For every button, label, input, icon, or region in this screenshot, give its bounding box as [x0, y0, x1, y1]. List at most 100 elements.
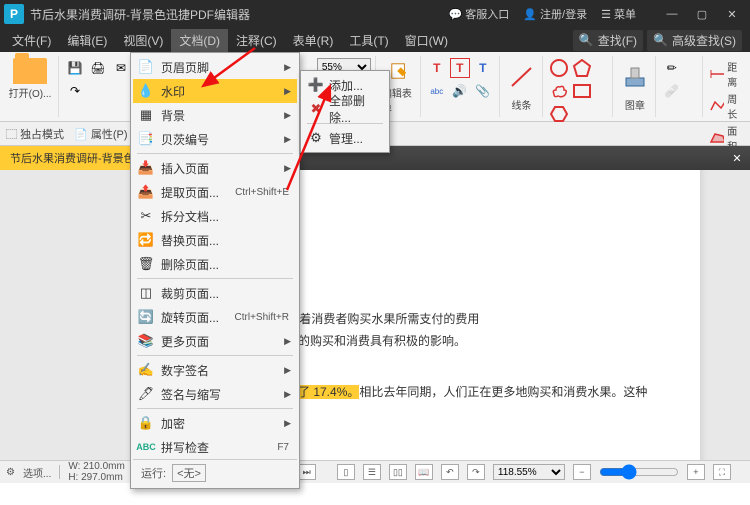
print-icon[interactable]: 🖨 — [88, 58, 108, 78]
rotate-icon: 🔄 — [137, 308, 155, 326]
menu-document[interactable]: 文档(D) — [171, 29, 228, 52]
menu-rotate-page[interactable]: 🔄旋转页面...Ctrl+Shift+R — [133, 305, 297, 329]
menu-edit[interactable]: 编辑(E) — [59, 29, 115, 52]
replace-icon: 🔁 — [137, 231, 155, 249]
cloud-shape[interactable] — [549, 81, 569, 101]
abc-icon[interactable]: abc — [427, 81, 447, 101]
menu-more-page[interactable]: 📚更多页面▶ — [133, 329, 297, 353]
background-icon: ▦ — [137, 106, 155, 124]
zoom-percent-select[interactable]: 118.55% — [493, 464, 565, 480]
save-icon[interactable]: 💾 — [65, 58, 85, 78]
menu-replace-page[interactable]: 🔁替换页面... — [133, 228, 297, 252]
menu-spell-check[interactable]: ABC拼写检查F7 — [133, 435, 297, 459]
options-button[interactable]: 选项... — [23, 465, 51, 480]
main-menu-link[interactable]: ☰ 菜单 — [601, 6, 636, 22]
zoom-out-button[interactable]: − — [573, 464, 591, 480]
menu-delete-page[interactable]: 🗑删除页面... — [133, 252, 297, 276]
advanced-search-box[interactable]: 🔍 高级查找(S) — [647, 30, 742, 51]
add-icon: ➕ — [307, 76, 325, 94]
pencil-icon[interactable]: ✏ — [662, 58, 682, 78]
menu-sign-seal[interactable]: 🖊签名与缩写▶ — [133, 382, 297, 406]
insert-page-icon: 📥 — [137, 159, 155, 177]
search-box[interactable]: 🔍 查找(F) — [573, 30, 643, 51]
extract-page-icon: 📤 — [137, 183, 155, 201]
mail-icon[interactable]: ✉ — [111, 58, 131, 78]
menu-split-doc[interactable]: ✂拆分文档... — [133, 204, 297, 228]
login-link[interactable]: 👤 注册/登录 — [523, 6, 587, 22]
delete-page-icon: 🗑 — [137, 255, 155, 273]
menu-digital-sign[interactable]: ✍数字签名▶ — [133, 358, 297, 382]
submenu-delete-all[interactable]: ✖全部删除... — [303, 97, 387, 121]
menu-header-footer[interactable]: 📄页眉页脚▶ — [133, 55, 297, 79]
text-t-blue-icon[interactable]: T — [473, 58, 493, 78]
maximize-button[interactable]: ▢ — [688, 3, 716, 25]
layout-facing-icon[interactable]: ▯▯ — [389, 464, 407, 480]
menu-insert-page[interactable]: 📥插入页面▶ — [133, 156, 297, 180]
menu-extract-page[interactable]: 📤提取页面...Ctrl+Shift+E — [133, 180, 297, 204]
minimize-button[interactable]: — — [658, 3, 686, 25]
speaker-icon[interactable]: 🔊 — [450, 81, 470, 101]
lock-icon: 🔒 — [137, 414, 155, 432]
close-button[interactable]: ✕ — [718, 3, 746, 25]
more-icon: 📚 — [137, 332, 155, 350]
split-icon: ✂ — [137, 207, 155, 225]
zoom-in-button[interactable]: + — [687, 464, 705, 480]
document-menu-dropdown: 📄页眉页脚▶ 💧水印▶ ▦背景▶ 📑贝茨编号▶ 📥插入页面▶ 📤提取页面...C… — [130, 52, 300, 489]
attach-icon[interactable]: 📎 — [473, 81, 493, 101]
menu-crop-page[interactable]: ◫裁剪页面... — [133, 281, 297, 305]
stamp-button[interactable] — [619, 58, 651, 96]
text-t-box-icon[interactable]: T — [450, 58, 470, 78]
layout-cont-icon[interactable]: ☰ — [363, 464, 381, 480]
window-title: 节后水果消费调研-背景色迅捷PDF编辑器 — [30, 6, 448, 23]
rotate-cw-icon[interactable]: ↷ — [467, 464, 485, 480]
seal-icon: 🖊 — [137, 385, 155, 403]
menu-encrypt[interactable]: 🔒加密▶ — [133, 411, 297, 435]
status-gear-icon[interactable]: ⚙ — [6, 467, 15, 478]
delete-all-icon: ✖ — [307, 100, 325, 118]
spellcheck-icon: ABC — [137, 438, 155, 456]
layout-single-icon[interactable]: ▯ — [337, 464, 355, 480]
menu-window[interactable]: 窗口(W) — [397, 29, 456, 52]
menu-run-footer[interactable]: 运行: <无> — [133, 459, 297, 486]
watermark-icon: 💧 — [137, 82, 155, 100]
hex-shape[interactable] — [549, 104, 569, 124]
fullscreen-icon[interactable]: ⛶ — [713, 464, 731, 480]
rect-shape[interactable] — [572, 81, 592, 101]
header-footer-icon: 📄 — [137, 58, 155, 76]
folder-icon — [13, 58, 47, 84]
tab-close-button[interactable]: ✕ — [728, 149, 746, 167]
app-logo: P — [4, 4, 24, 24]
pentagon-shape[interactable] — [572, 58, 592, 78]
menu-form[interactable]: 表单(R) — [285, 29, 342, 52]
attributes-button[interactable]: 📄 属性(P) — [74, 126, 127, 142]
document-tab[interactable]: 节后水果消费调研-背景色 — [0, 146, 145, 170]
crop-icon: ◫ — [137, 284, 155, 302]
service-link[interactable]: 💬 客服入口 — [448, 6, 509, 22]
menu-watermark[interactable]: 💧水印▶ — [133, 79, 297, 103]
circle-shape[interactable] — [549, 58, 569, 78]
menu-background[interactable]: ▦背景▶ — [133, 103, 297, 127]
watermark-submenu: ➕添加... ✖全部删除... ⚙管理... — [300, 70, 390, 153]
menu-comment[interactable]: 注释(C) — [228, 29, 285, 52]
menu-file[interactable]: 文件(F) — [4, 29, 59, 52]
independent-mode[interactable]: ⬚ 独占模式 — [6, 126, 64, 142]
distance-tool[interactable]: 距离 — [709, 58, 744, 89]
manage-icon: ⚙ — [307, 129, 325, 147]
zoom-slider[interactable] — [599, 464, 679, 480]
bates-icon: 📑 — [137, 130, 155, 148]
perimeter-tool[interactable]: 周长 — [709, 90, 744, 121]
submenu-manage[interactable]: ⚙管理... — [303, 126, 387, 150]
last-page-button[interactable]: ⏭ — [298, 464, 316, 480]
menu-bates[interactable]: 📑贝茨编号▶ — [133, 127, 297, 151]
redo-icon[interactable]: ↷ — [65, 81, 85, 101]
sign-icon: ✍ — [137, 361, 155, 379]
text-t-red-icon[interactable]: T — [427, 58, 447, 78]
layout-book-icon[interactable]: 📖 — [415, 464, 433, 480]
open-button[interactable]: 打开(O)... — [6, 58, 54, 100]
eraser-icon[interactable]: 🩹 — [662, 81, 682, 101]
rotate-ccw-icon[interactable]: ↶ — [441, 464, 459, 480]
page-dimensions: W: 210.0mm H: 297.0mm — [68, 461, 125, 483]
menu-view[interactable]: 视图(V) — [115, 29, 171, 52]
menu-tool[interactable]: 工具(T) — [341, 29, 396, 52]
line-tool[interactable] — [506, 58, 538, 96]
